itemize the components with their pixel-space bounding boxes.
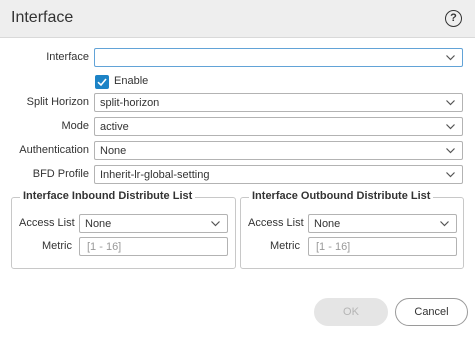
interface-dialog: Interface ? Interface Enable Split Horiz… <box>0 0 475 341</box>
cancel-button[interactable]: Cancel <box>395 298 468 326</box>
split-horizon-value: split-horizon <box>100 97 160 109</box>
authentication-value: None <box>100 145 127 157</box>
outbound-distribute-list-group: Interface Outbound Distribute List Acces… <box>240 190 464 269</box>
inbound-distribute-list-group: Interface Inbound Distribute List Access… <box>11 190 236 269</box>
chevron-down-icon <box>446 172 455 178</box>
authentication-select[interactable]: None <box>94 141 463 160</box>
outbound-access-list-select[interactable]: None <box>308 214 457 233</box>
dialog-titlebar: Interface ? <box>0 0 475 38</box>
chevron-down-icon <box>446 55 455 61</box>
bfd-profile-value: Inherit-lr-global-setting <box>100 169 210 181</box>
checkmark-icon <box>97 78 107 87</box>
ok-button[interactable]: OK <box>314 298 388 326</box>
bfd-profile-label: BFD Profile <box>32 168 89 180</box>
outbound-access-list-label: Access List <box>248 217 304 229</box>
inbound-access-list-label: Access List <box>19 217 75 229</box>
mode-label: Mode <box>61 120 89 132</box>
dialog-title: Interface <box>11 9 74 26</box>
inbound-access-list-select[interactable]: None <box>79 214 228 233</box>
bfd-profile-select[interactable]: Inherit-lr-global-setting <box>94 165 463 184</box>
inbound-access-list-value: None <box>85 218 112 230</box>
inbound-metric-label: Metric <box>42 240 72 252</box>
chevron-down-icon <box>440 221 449 227</box>
chevron-down-icon <box>211 221 220 227</box>
chevron-down-icon <box>446 100 455 106</box>
enable-checkbox[interactable] <box>95 75 109 89</box>
interface-label: Interface <box>46 51 89 63</box>
outbound-group-title: Interface Outbound Distribute List <box>249 190 434 202</box>
outbound-metric-label: Metric <box>270 240 300 252</box>
outbound-metric-input[interactable]: [1 - 16] <box>308 237 457 256</box>
enable-label: Enable <box>114 75 149 87</box>
outbound-access-list-value: None <box>314 218 341 230</box>
split-horizon-label: Split Horizon <box>26 96 89 108</box>
interface-select[interactable] <box>94 48 463 67</box>
inbound-metric-input[interactable]: [1 - 16] <box>79 237 228 256</box>
mode-select[interactable]: active <box>94 117 463 136</box>
authentication-label: Authentication <box>19 144 89 156</box>
help-icon[interactable]: ? <box>445 10 462 27</box>
split-horizon-select[interactable]: split-horizon <box>94 93 463 112</box>
chevron-down-icon <box>446 124 455 130</box>
inbound-group-title: Interface Inbound Distribute List <box>20 190 196 202</box>
mode-value: active <box>100 121 129 133</box>
chevron-down-icon <box>446 148 455 154</box>
outbound-metric-placeholder: [1 - 16] <box>316 241 351 253</box>
inbound-metric-placeholder: [1 - 16] <box>87 241 122 253</box>
